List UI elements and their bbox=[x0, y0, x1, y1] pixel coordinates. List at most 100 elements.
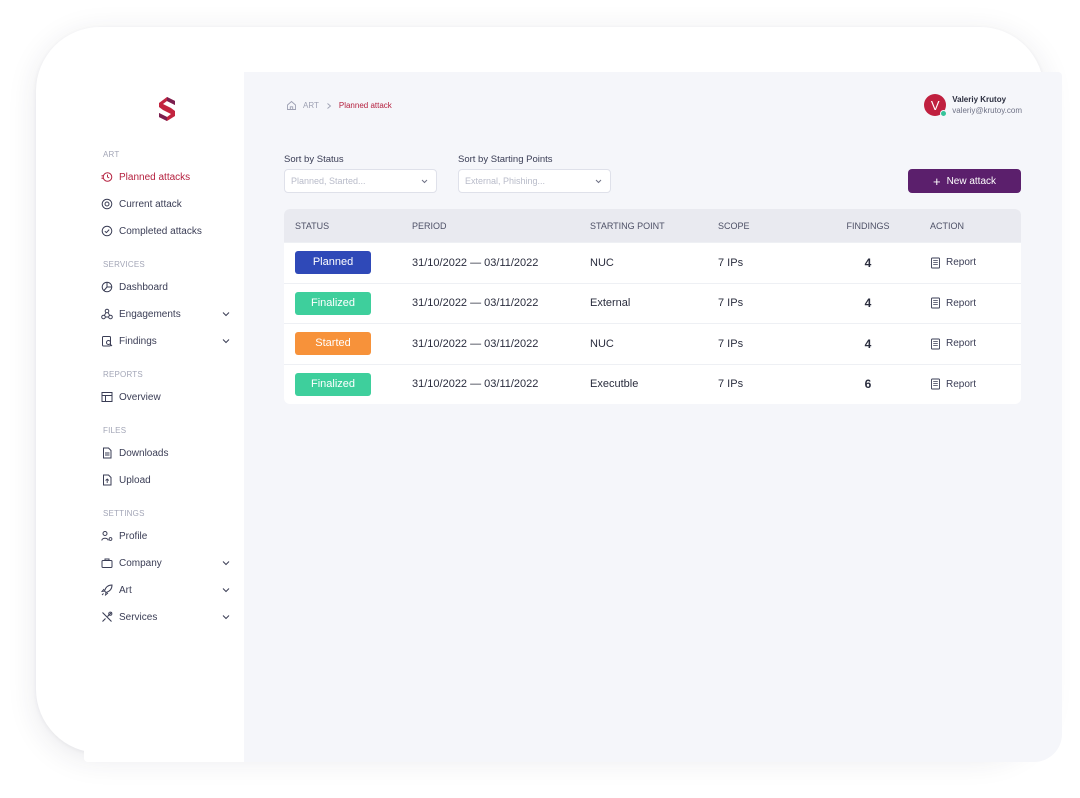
starting-point-filter-label: Sort by Starting Points bbox=[458, 154, 553, 165]
scope-cell: 7 IPs bbox=[718, 337, 744, 350]
sidebar-item-profile[interactable]: Profile bbox=[101, 527, 231, 545]
clock-icon bbox=[101, 171, 113, 183]
report-icon bbox=[931, 257, 940, 269]
findings-icon bbox=[101, 335, 113, 347]
sidebar-item-company[interactable]: Company bbox=[101, 554, 231, 572]
rocket-icon bbox=[101, 584, 113, 596]
sidebar-item-label: Services bbox=[119, 611, 158, 623]
report-link[interactable]: Report bbox=[930, 378, 1021, 390]
table-row[interactable]: Started 31/10/2022 — 03/11/2022 NUC 7 IP… bbox=[284, 323, 1021, 364]
nav-section-services: SERVICES bbox=[103, 260, 145, 269]
findings-cell: 4 bbox=[864, 296, 872, 311]
starting-point-cell: NUC bbox=[590, 256, 614, 269]
app-screen: ART Planned attacks Current attack Compl… bbox=[84, 72, 1062, 762]
briefcase-icon bbox=[101, 557, 113, 569]
column-header-period[interactable]: PERIOD bbox=[412, 221, 590, 231]
column-header-scope[interactable]: SCOPE bbox=[718, 221, 818, 231]
sidebar-item-label: Overview bbox=[119, 391, 161, 403]
sidebar-item-services[interactable]: Services bbox=[101, 608, 231, 626]
period-cell: 31/10/2022 — 03/11/2022 bbox=[412, 256, 539, 269]
sidebar: ART Planned attacks Current attack Compl… bbox=[84, 72, 244, 762]
avatar[interactable]: V bbox=[924, 94, 948, 117]
chevron-down-icon[interactable] bbox=[221, 585, 231, 595]
upload-icon bbox=[101, 474, 113, 486]
column-header-findings[interactable]: FINDINGS bbox=[818, 221, 918, 231]
avatar-initial: V bbox=[930, 97, 940, 113]
chevron-down-icon[interactable] bbox=[221, 612, 231, 622]
report-link[interactable]: Report bbox=[930, 338, 1021, 350]
user-menu[interactable]: V Valeriy Krutoy valeriy@krutoy.com bbox=[924, 94, 1022, 117]
status-badge: Started bbox=[295, 332, 371, 356]
sidebar-item-label: Current attack bbox=[119, 198, 182, 210]
sidebar-item-label: Findings bbox=[119, 335, 157, 347]
nav-section-files: FILES bbox=[103, 426, 127, 435]
sidebar-item-label: Planned attacks bbox=[119, 171, 191, 183]
tools-icon bbox=[101, 611, 113, 623]
table-row[interactable]: Finalized 31/10/2022 — 03/11/2022 Execut… bbox=[284, 363, 1021, 405]
online-status-dot bbox=[940, 110, 948, 117]
column-header-starting-point[interactable]: STARTING POINT bbox=[590, 221, 718, 231]
nav-section-settings: SETTINGS bbox=[103, 509, 145, 518]
report-label: Report bbox=[946, 338, 977, 350]
home-icon[interactable] bbox=[286, 100, 297, 111]
report-link[interactable]: Report bbox=[930, 257, 1021, 269]
main-content: ART Planned attack V Valeriy Krutoy vale… bbox=[244, 72, 1062, 762]
report-link[interactable]: Report bbox=[930, 297, 1021, 309]
table-header: STATUS PERIOD STARTING POINT SCOPE FINDI… bbox=[284, 209, 1021, 242]
chevron-down-icon[interactable] bbox=[221, 309, 231, 319]
app-logo[interactable] bbox=[155, 94, 179, 124]
chevron-down-icon[interactable] bbox=[221, 558, 231, 568]
chevron-down-icon bbox=[421, 179, 428, 184]
nav-section-reports: REPORTS bbox=[103, 370, 143, 379]
report-icon bbox=[931, 378, 940, 390]
period-cell: 31/10/2022 — 03/11/2022 bbox=[412, 337, 539, 350]
starting-point-cell: Executble bbox=[590, 378, 639, 391]
status-filter-label: Sort by Status bbox=[284, 154, 344, 165]
scope-cell: 7 IPs bbox=[718, 256, 744, 269]
sidebar-item-upload[interactable]: Upload bbox=[101, 471, 231, 489]
sidebar-item-planned-attacks[interactable]: Planned attacks bbox=[101, 168, 231, 186]
sidebar-item-completed-attacks[interactable]: Completed attacks bbox=[101, 222, 231, 240]
report-label: Report bbox=[946, 378, 977, 390]
sidebar-item-label: Dashboard bbox=[119, 281, 168, 293]
findings-cell: 4 bbox=[864, 336, 872, 351]
profile-icon bbox=[101, 530, 113, 542]
status-filter-select[interactable]: Planned, Started... bbox=[284, 169, 437, 193]
scope-cell: 7 IPs bbox=[718, 297, 744, 310]
sidebar-item-downloads[interactable]: Downloads bbox=[101, 444, 231, 462]
report-label: Report bbox=[946, 297, 977, 309]
document-icon bbox=[101, 447, 113, 459]
starting-point-cell: External bbox=[590, 297, 631, 310]
table-row[interactable]: Planned 31/10/2022 — 03/11/2022 NUC 7 IP… bbox=[284, 242, 1021, 283]
breadcrumb-root[interactable]: ART bbox=[303, 101, 319, 110]
breadcrumb: ART Planned attack bbox=[286, 100, 392, 111]
sidebar-item-label: Company bbox=[119, 557, 162, 569]
period-cell: 31/10/2022 — 03/11/2022 bbox=[412, 378, 539, 391]
sidebar-item-dashboard[interactable]: Dashboard bbox=[101, 278, 231, 296]
report-icon bbox=[931, 297, 940, 309]
user-email: valeriy@krutoy.com bbox=[952, 106, 1022, 115]
breadcrumb-current: Planned attack bbox=[338, 101, 392, 110]
findings-cell: 6 bbox=[864, 377, 872, 392]
report-label: Report bbox=[946, 257, 977, 269]
starting-point-cell: NUC bbox=[590, 337, 614, 350]
dashboard-icon bbox=[101, 281, 113, 293]
sidebar-item-findings[interactable]: Findings bbox=[101, 332, 231, 350]
starting-point-filter-select[interactable]: External, Phishing... bbox=[458, 169, 611, 193]
user-info: Valeriy Krutoy valeriy@krutoy.com bbox=[952, 95, 1022, 115]
scope-cell: 7 IPs bbox=[718, 378, 744, 391]
sidebar-item-current-attack[interactable]: Current attack bbox=[101, 195, 231, 213]
table-row[interactable]: Finalized 31/10/2022 — 03/11/2022 Extern… bbox=[284, 282, 1021, 324]
findings-cell: 4 bbox=[864, 255, 872, 270]
new-attack-button[interactable]: + New attack bbox=[908, 169, 1021, 193]
sidebar-item-label: Upload bbox=[119, 474, 151, 486]
sidebar-item-overview[interactable]: Overview bbox=[101, 388, 231, 406]
sidebar-item-engagements[interactable]: Engagements bbox=[101, 305, 231, 323]
nav-section-art: ART bbox=[103, 150, 120, 159]
sidebar-item-art[interactable]: Art bbox=[101, 581, 231, 599]
table-icon bbox=[101, 391, 113, 403]
chevron-down-icon[interactable] bbox=[221, 336, 231, 346]
column-header-status[interactable]: STATUS bbox=[284, 221, 412, 231]
period-cell: 31/10/2022 — 03/11/2022 bbox=[412, 297, 539, 310]
engagements-icon bbox=[101, 308, 113, 320]
